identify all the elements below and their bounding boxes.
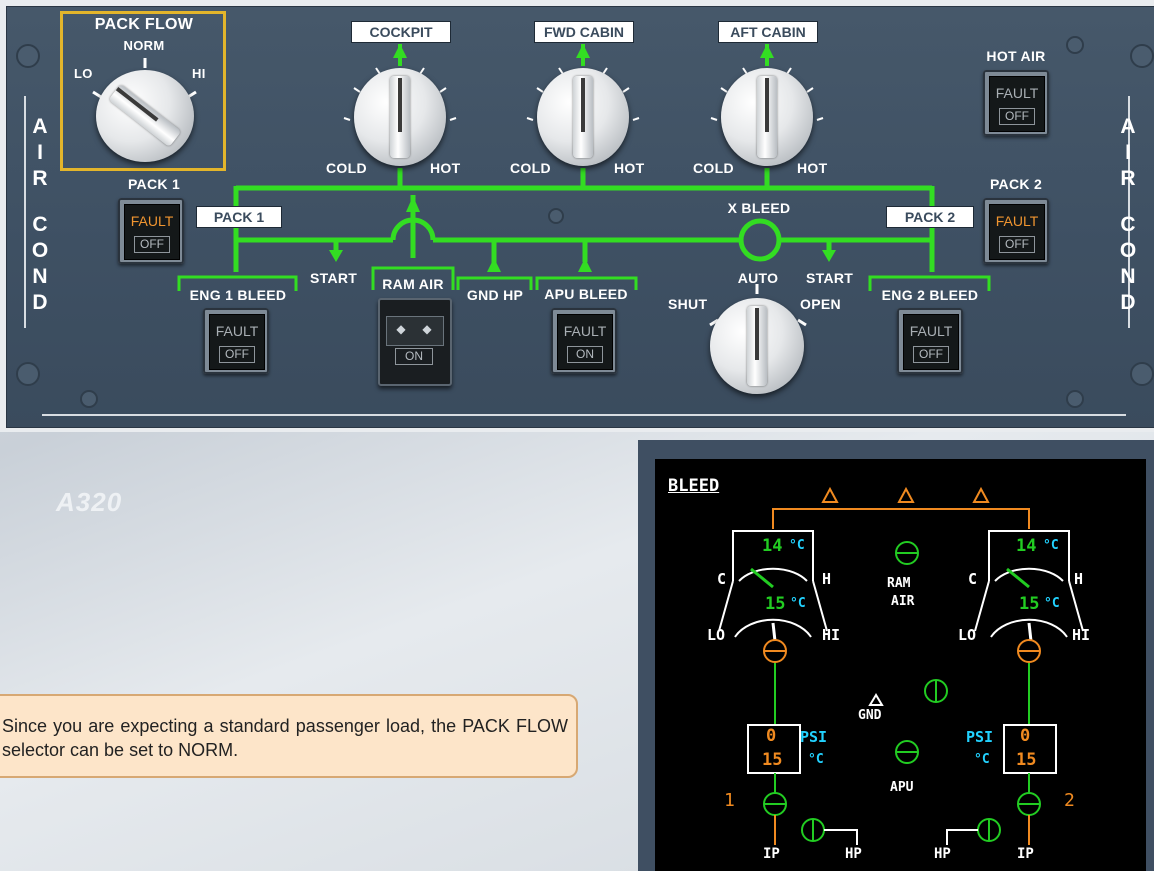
start-label-right: START [806,270,854,286]
pack1-pushbutton[interactable]: FAULT OFF [118,198,184,264]
right-pack-lo-label: LO [958,626,977,644]
eng2-bleed-off-light: OFF [913,346,949,363]
eng2-bleed-label: ENG 2 BLEED [881,287,979,303]
left-pack-h-label: H [822,570,832,588]
right-pack-outlet-temp: 14 [1016,536,1037,556]
engine-1-number: 1 [724,790,735,811]
fwd-cabin-cold-label: COLD [510,160,551,176]
apu-bleed-label: APU BLEED [544,286,628,302]
cockpit-hot-label: HOT [430,160,461,176]
left-pack-outlet-temp: 14 [762,536,783,556]
aft-cabin-hot-label: HOT [797,160,828,176]
eng2-bleed-fault-light: FAULT [909,323,953,339]
pack-flow-hi-label: HI [192,66,206,81]
fwd-cabin-temp-selector-knob[interactable] [537,68,629,166]
pack1-off-light: OFF [134,236,170,253]
left-pack-inlet-temp: 15 [765,594,786,614]
x-bleed-open-label: OPEN [800,296,841,312]
start-label-left: START [310,270,358,286]
hot-air-pushbutton[interactable]: FAULT OFF [983,70,1049,136]
guard-screw-icon: ◆ [422,322,432,336]
eng2-bleed-pushbutton[interactable]: FAULT OFF [897,308,963,374]
left-bleed-temp: 15 [762,750,783,770]
pack1-label: PACK 1 [127,176,181,192]
left-pack-outlet-unit: °C [789,538,805,553]
instruction-text: Since you are expecting a standard passe… [2,716,568,760]
guard-screw-icon: ◆ [396,322,406,336]
eng1-bleed-fault-light: FAULT [215,323,259,339]
ram-air-ecam-label-line1: RAM [887,576,911,591]
right-psi-label: PSI [966,728,994,746]
apu-bleed-on-light: ON [567,346,603,363]
eng1-bleed-off-light: OFF [219,346,255,363]
engine-2-number: 2 [1064,790,1075,811]
gnd-ecam-label: GND [858,708,882,723]
left-psi-label: PSI [800,728,828,746]
aircraft-watermark: A320 [56,487,123,517]
pack2-pushbutton[interactable]: FAULT OFF [983,198,1049,264]
pack2-fault-light: FAULT [995,213,1039,229]
aft-cabin-cold-label: COLD [693,160,734,176]
x-bleed-shut-label: SHUT [668,296,708,312]
cockpit-temp-selector-knob[interactable] [354,68,446,166]
right-bleed-pressure: 0 [1020,726,1031,746]
eng1-bleed-label: ENG 1 BLEED [189,287,287,303]
fwd-cabin-hot-label: HOT [614,160,645,176]
pack-flow-selector-knob[interactable] [96,70,194,162]
pack1-box-label: PACK 1 [196,206,282,228]
fwd-cabin-zone-label: FWD CABIN [534,21,634,43]
x-bleed-label: X BLEED [727,200,791,216]
right-pack-c-label: C [968,570,978,588]
left-pack-inlet-unit: °C [790,596,806,611]
ram-air-ecam-label-line2: AIR [891,594,915,609]
aft-cabin-temp-selector-knob[interactable] [721,68,813,166]
left-pack-lo-label: LO [707,626,726,644]
gnd-hp-label: GND HP [466,287,524,303]
ram-air-guarded-pushbutton[interactable]: ◆ ◆ ON [378,298,452,386]
right-ip-label: IP [1017,846,1034,862]
apu-bleed-pushbutton[interactable]: FAULT ON [551,308,617,374]
hot-air-off-light: OFF [999,108,1035,125]
left-ip-label: IP [763,846,780,862]
pack2-label: PACK 2 [989,176,1043,192]
hot-air-label: HOT AIR [986,48,1046,64]
pack2-box-label: PACK 2 [886,206,974,228]
right-pack-h-label: H [1074,570,1084,588]
left-hp-label: HP [845,846,862,862]
left-pack-hi-label: HI [822,626,841,644]
ram-air-on-light: ON [395,348,433,365]
left-bleed-pressure: 0 [766,726,777,746]
pack-flow-title: PACK FLOW [94,16,194,33]
right-pack-hi-label: HI [1072,626,1091,644]
apu-ecam-label: APU [890,780,914,795]
left-temp-unit-label: °C [808,752,824,767]
right-pack-inlet-unit: °C [1044,596,1060,611]
right-pack-outlet-unit: °C [1043,538,1059,553]
ecam-title: BLEED [668,476,720,496]
ram-air-label: RAM AIR [382,276,444,292]
pack1-fault-light: FAULT [130,213,174,229]
ram-air-guard-cover[interactable]: ◆ ◆ [386,316,444,346]
right-hp-label: HP [934,846,951,862]
hot-air-fault-light: FAULT [995,85,1039,101]
apu-bleed-fault-light: FAULT [563,323,607,339]
x-bleed-auto-label: AUTO [737,270,779,286]
instruction-bubble: Since you are expecting a standard passe… [0,694,578,778]
pack-flow-norm-label: NORM [123,38,165,53]
left-pack-c-label: C [717,570,727,588]
cockpit-cold-label: COLD [326,160,367,176]
right-bleed-temp: 15 [1016,750,1037,770]
x-bleed-selector-knob[interactable] [710,298,804,394]
right-temp-unit-label: °C [974,752,990,767]
right-pack-inlet-temp: 15 [1019,594,1040,614]
pack2-off-light: OFF [999,236,1035,253]
pack-flow-lo-label: LO [74,66,93,81]
eng1-bleed-pushbutton[interactable]: FAULT OFF [203,308,269,374]
cockpit-zone-label: COCKPIT [351,21,451,43]
aft-cabin-zone-label: AFT CABIN [718,21,818,43]
